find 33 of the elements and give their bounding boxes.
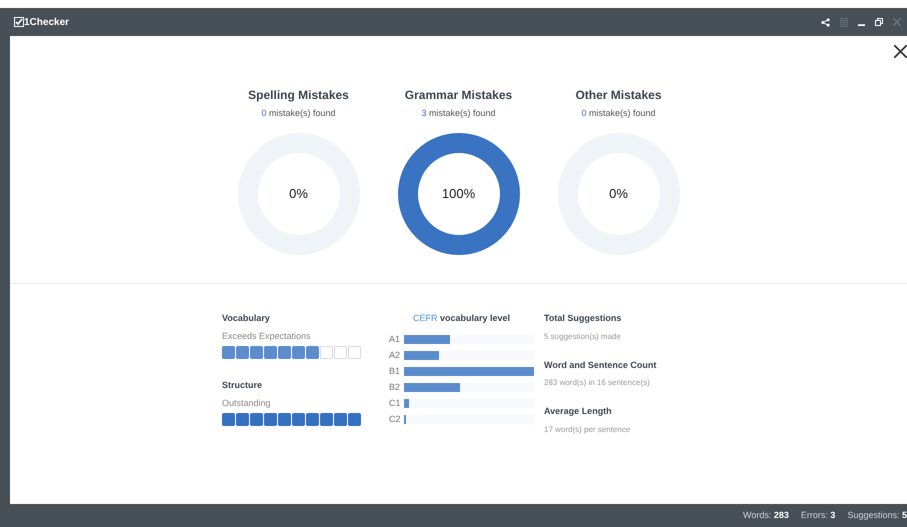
rating-title: Structure bbox=[222, 379, 264, 392]
stat-title: Average Length bbox=[544, 405, 613, 418]
restore-icon[interactable] bbox=[875, 18, 883, 26]
status-item: Errors: 3 bbox=[800, 508, 836, 522]
close-icon[interactable] bbox=[894, 45, 907, 58]
window-title: 1Checker bbox=[24, 16, 70, 30]
summary-title: Grammar Mistakes bbox=[404, 87, 512, 104]
rating-title: Vocabulary bbox=[222, 312, 271, 325]
level-label: C2 bbox=[389, 412, 402, 426]
rating-grade: Exceeds Expectations bbox=[222, 330, 312, 343]
stat-value: 17 word(s) per sentence bbox=[544, 424, 632, 436]
mistake-count: 0 mistake(s) found bbox=[261, 107, 336, 120]
level-label: C1 bbox=[389, 396, 402, 410]
rating-grade: Outstanding bbox=[222, 396, 272, 410]
stat-title: Total Suggestions bbox=[544, 312, 622, 325]
stat-value: 283 word(s) in 16 sentence(s) bbox=[544, 377, 651, 389]
level-label: A2 bbox=[389, 348, 402, 362]
level-label: B1 bbox=[389, 364, 402, 378]
percent-label: 0% bbox=[289, 184, 308, 203]
stat-title: Word and Sentence Count bbox=[544, 358, 656, 372]
level-label: B2 bbox=[389, 380, 402, 394]
share-icon[interactable] bbox=[821, 18, 830, 26]
status-item: Words: 283 bbox=[743, 508, 789, 522]
status-item: Suggestions: 5 bbox=[847, 508, 907, 522]
stat-value: 5 suggestion(s) made bbox=[544, 330, 622, 342]
summary-title: Other Mistakes bbox=[575, 87, 662, 104]
checkbox-icon bbox=[14, 17, 24, 27]
percent-label: 0% bbox=[609, 184, 628, 203]
percent-label: 100% bbox=[442, 184, 476, 203]
mistake-count: 0 mistake(s) found bbox=[581, 107, 656, 120]
summary-title: Spelling Mistakes bbox=[248, 87, 349, 104]
mistake-count: 3 mistake(s) found bbox=[421, 107, 496, 120]
level-label: A1 bbox=[389, 332, 402, 346]
